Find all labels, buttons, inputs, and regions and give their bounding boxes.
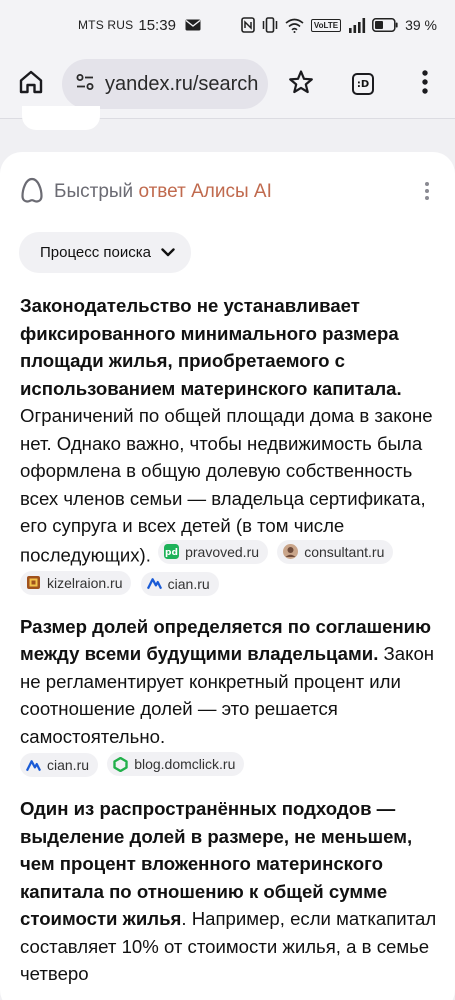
previous-card-edge: [22, 106, 100, 130]
source-label: consultant.ru: [304, 543, 385, 560]
source-label: cian.ru: [167, 575, 210, 592]
cian-favicon-icon: [146, 576, 162, 591]
search-process-label: Процесс поиска: [40, 244, 151, 261]
mail-icon: [185, 19, 201, 31]
answer-paragraph-2: Размер долей определяется по соглашению …: [20, 613, 440, 751]
star-icon: [288, 69, 314, 100]
home-button[interactable]: [11, 64, 51, 104]
status-bar: MTS RUS 15:39 VoLTE 39 %: [0, 0, 455, 50]
source-chip-consultant[interactable]: consultant.ru: [277, 539, 394, 564]
tab-count: :D: [352, 73, 374, 95]
answer-p2-sources-row: cian.ru blog.domclick.ru: [18, 752, 440, 782]
carrier-name: MTS RUS: [77, 18, 134, 32]
home-icon: [18, 69, 44, 100]
url-text: yandex.ru/search: [105, 72, 259, 95]
answer-p1-bold: Законодательство не устанавливает фиксир…: [20, 295, 402, 399]
answer-p2-bold: Размер долей определяется по соглашению …: [20, 615, 431, 665]
more-vert-icon: [421, 69, 429, 100]
card-menu-button[interactable]: [412, 178, 442, 208]
answer-text: Законодательство не устанавливает фиксир…: [20, 292, 440, 988]
source-label: pravoved.ru: [185, 543, 260, 560]
svg-text:pd: pd: [165, 548, 178, 558]
alice-logo-icon: [20, 176, 44, 209]
source-chip-domclick[interactable]: blog.domclick.ru: [107, 752, 245, 776]
source-chip-cian[interactable]: cian.ru: [140, 571, 219, 596]
source-chip-pravoved[interactable]: pd pravoved.ru: [158, 539, 269, 564]
url-bar[interactable]: yandex.ru/search: [62, 59, 268, 109]
alice-header: Быстрый ответ Алисы AI: [20, 176, 272, 208]
alice-title-prefix: Быстрый: [54, 181, 139, 202]
source-label: blog.domclick.ru: [134, 756, 236, 772]
cian-favicon-icon: [26, 758, 41, 773]
alice-title-accent: ответ Алисы AI: [138, 181, 272, 202]
source-chip-cian-2[interactable]: cian.ru: [20, 753, 99, 777]
status-time: 15:39: [138, 16, 176, 34]
kizelraion-favicon-icon: [26, 575, 41, 590]
browser-menu-button[interactable]: [405, 64, 445, 104]
pravoved-favicon-icon: pd: [164, 544, 180, 559]
source-chip-kizelraion[interactable]: kizelraion.ru: [20, 570, 132, 595]
bookmark-button[interactable]: [281, 64, 321, 104]
source-label: kizelraion.ru: [47, 574, 123, 591]
answer-paragraph-3: Один из распространённых подходов — выде…: [20, 795, 440, 988]
alice-title: Быстрый ответ Алисы AI: [54, 181, 272, 203]
consultant-favicon-icon: [283, 544, 299, 559]
tune-icon[interactable]: [75, 72, 95, 97]
screen: MTS RUS 15:39 VoLTE 39 % yandex.ru/searc…: [0, 0, 455, 1000]
nfc-icon: [241, 17, 255, 33]
search-process-button[interactable]: Процесс поиска: [19, 232, 191, 273]
vibrate-icon: [261, 17, 279, 33]
answer-paragraph-1: Законодательство не устанавливает фиксир…: [20, 292, 440, 569]
card-more-icon: [424, 181, 430, 206]
battery-icon: [372, 18, 398, 32]
chevron-down-icon: [161, 248, 175, 257]
answer-p1-sources-row: kizelraion.ru cian.ru: [18, 570, 440, 601]
battery-percent: 39 %: [405, 17, 437, 33]
tabs-button[interactable]: :D: [343, 64, 383, 104]
source-label: cian.ru: [47, 757, 90, 773]
signal-icon: [348, 17, 366, 33]
wifi-icon: [285, 18, 304, 33]
domclick-favicon-icon: [113, 756, 128, 772]
volte-badge: VoLTE: [310, 18, 342, 32]
